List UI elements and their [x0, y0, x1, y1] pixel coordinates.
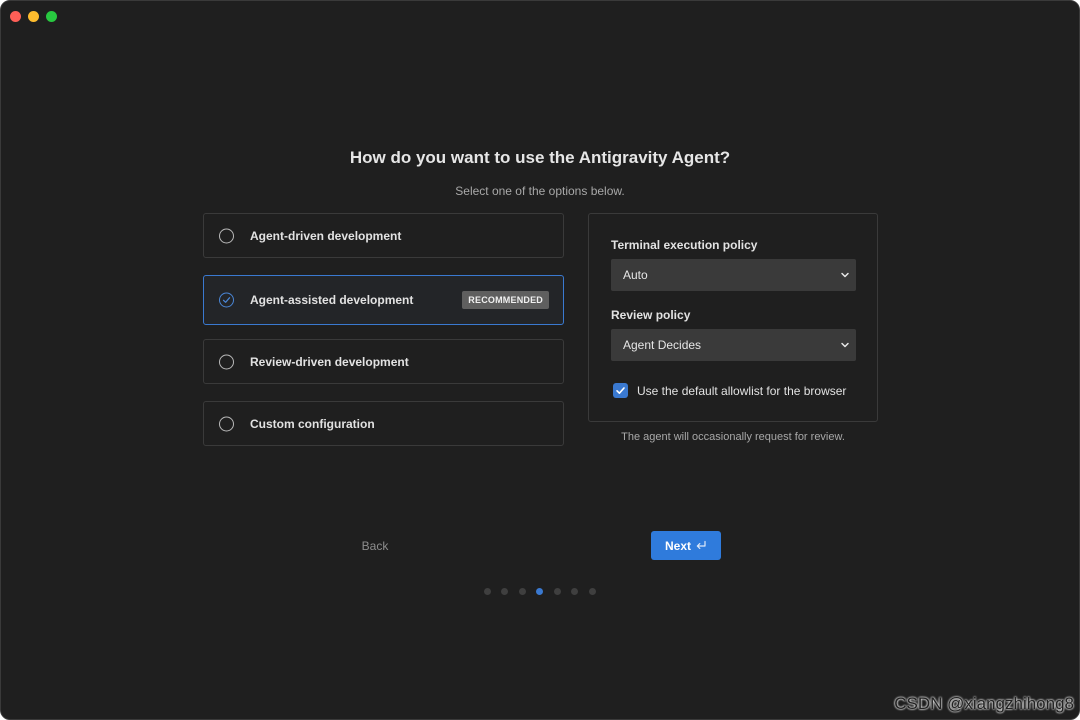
- option-label: Agent-driven development: [250, 228, 402, 243]
- option-agent-driven[interactable]: Agent-driven development: [203, 213, 564, 258]
- step-dot: [484, 588, 491, 595]
- select-value: Agent Decides: [623, 338, 702, 352]
- review-policy-select[interactable]: Agent Decides: [611, 329, 856, 361]
- recommended-badge: RECOMMENDED: [462, 291, 549, 309]
- next-button[interactable]: Next: [651, 531, 721, 560]
- next-button-label: Next: [665, 538, 692, 553]
- radio-icon[interactable]: [219, 228, 234, 243]
- settings-panel: Terminal execution policy Auto Review po…: [588, 213, 878, 422]
- review-policy-label: Review policy: [611, 308, 691, 322]
- checkmark-icon: [616, 387, 625, 394]
- step-dot: [571, 588, 578, 595]
- check-icon: [222, 297, 231, 303]
- page-subtitle: Select one of the options below.: [455, 184, 625, 198]
- step-dot: [589, 588, 596, 595]
- review-note: The agent will occasionally request for …: [621, 431, 845, 443]
- option-custom-configuration[interactable]: Custom configuration: [203, 401, 564, 446]
- allowlist-checkbox[interactable]: [613, 383, 628, 398]
- radio-icon[interactable]: [219, 416, 234, 431]
- watermark: CSDN @xiangzhihong8: [894, 694, 1074, 713]
- close-window-button[interactable]: [10, 11, 21, 22]
- app-window: How do you want to use the Antigravity A…: [0, 0, 1080, 720]
- allowlist-label: Use the default allowlist for the browse…: [637, 384, 847, 398]
- chevron-down-icon: [841, 342, 849, 348]
- zoom-window-button[interactable]: [46, 11, 57, 22]
- step-dot: [501, 588, 508, 595]
- chevron-down-icon: [841, 272, 849, 278]
- step-dot: [519, 588, 526, 595]
- radio-icon[interactable]: [219, 354, 234, 369]
- step-dot-current: [536, 588, 543, 595]
- enter-key-icon: [696, 540, 706, 549]
- back-button[interactable]: Back: [346, 532, 404, 560]
- step-dot: [554, 588, 561, 595]
- option-label: Review-driven development: [250, 354, 409, 369]
- page-title: How do you want to use the Antigravity A…: [349, 148, 731, 167]
- terminal-policy-label: Terminal execution policy: [611, 238, 758, 252]
- option-label: Agent-assisted development: [250, 293, 414, 307]
- radio-checked-icon[interactable]: [219, 292, 234, 308]
- terminal-policy-select[interactable]: Auto: [611, 259, 856, 291]
- option-agent-assisted[interactable]: Agent-assisted development RECOMMENDED: [203, 275, 564, 325]
- select-value: Auto: [623, 268, 648, 282]
- minimize-window-button[interactable]: [28, 11, 39, 22]
- option-review-driven[interactable]: Review-driven development: [203, 339, 564, 384]
- option-label: Custom configuration: [250, 416, 375, 431]
